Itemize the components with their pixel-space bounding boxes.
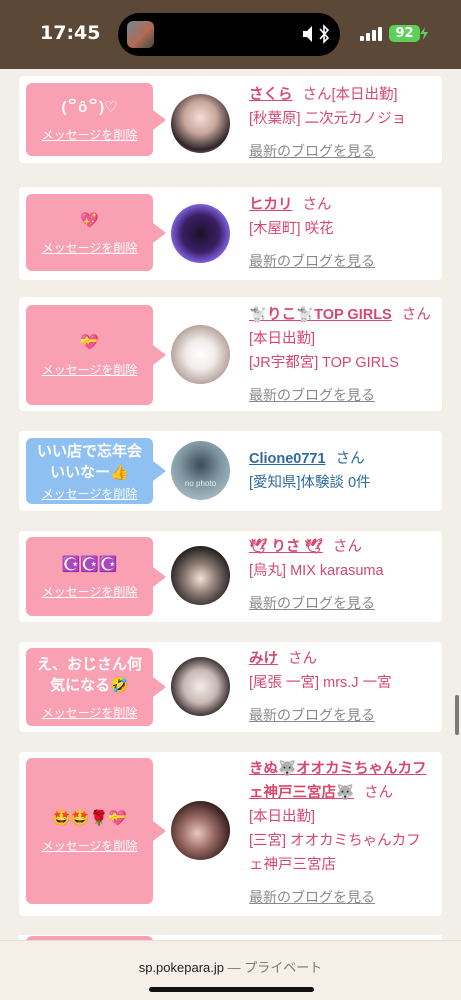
profile-info: Clione0771 さん [愛知県]体験談 0件: [249, 447, 439, 495]
battery-icon: 92: [389, 25, 420, 42]
list-item: いい店で忘年会いいなー👍 メッセージを削除 no photo Clione077…: [19, 431, 442, 511]
charging-bolt-icon: [420, 27, 428, 40]
delete-message-link[interactable]: メッセージを削除: [42, 583, 138, 600]
profile-info: さくら さん[本日出勤] [秋葉原] 二次元カノジョ 最新のブログを見る: [249, 83, 439, 163]
honorific: さん: [302, 197, 332, 213]
latest-blog-link[interactable]: 最新のブログを見る: [249, 383, 439, 407]
profile-name-link[interactable]: きぬ🐺オオカミちゃんカフェ神戸三宮店🐺: [249, 761, 427, 801]
honorific: さん: [364, 785, 394, 801]
honorific: さん: [401, 307, 431, 323]
message-text: (꒪ȏ꒪)♡: [61, 98, 118, 116]
delete-message-link[interactable]: メッセージを削除: [42, 837, 138, 854]
honorific: さん: [332, 539, 362, 555]
profile-name-link[interactable]: さくら: [249, 87, 293, 103]
profile-info: ヒカリ さん [木屋町] 咲花 最新のブログを見る: [249, 193, 439, 273]
message-text: ☪️☪️☪️: [61, 555, 118, 573]
message-bubble: いい店で忘年会いいなー👍 メッセージを削除: [26, 438, 166, 504]
message-bubble: え、おじさん何気になる🤣 メッセージを削除: [26, 648, 166, 726]
message-bubble: 🤩🤩🌹💝 メッセージを削除: [26, 758, 166, 904]
cellular-signal-icon: [360, 27, 384, 41]
list-item: ☪️☪️☪️ メッセージを削除 🕊 りさ 🕊 さん [烏丸] MIX karasu…: [19, 531, 442, 622]
honorific: さん: [288, 651, 317, 667]
latest-blog-link[interactable]: 最新のブログを見る: [249, 139, 439, 163]
list-item: (꒪ȏ꒪)♡ メッセージを削除 さくら さん[本日出勤] [秋葉原] 二次元カノジ…: [19, 76, 442, 163]
profile-name-link[interactable]: みけ: [249, 651, 278, 667]
detail-line: [本日出勤]: [249, 809, 316, 825]
message-text: いい店で忘年会いいなー👍: [36, 442, 142, 481]
avatar[interactable]: no photo: [171, 441, 230, 500]
avatar[interactable]: [171, 657, 230, 716]
url-display[interactable]: sp.pokepara.jp — プライベート: [0, 957, 461, 976]
honorific: さん: [335, 451, 365, 467]
detail-line: [愛知県]体験談 0件: [249, 475, 371, 491]
message-text: え、おじさん何気になる🤣: [36, 655, 142, 694]
detail-line: [秋葉原] 二次元カノジョ: [249, 111, 407, 127]
list-item: 💝 メッセージを削除 🐩りこ🐩TOP GIRLS さん [本日出勤] [JR宇都宮…: [19, 297, 442, 411]
status-time: 17:45: [40, 22, 101, 44]
list-item: え、おじさん何気になる🤣 メッセージを削除 みけ さん [尾張 一宮] mrs.J…: [19, 642, 442, 732]
separator-text: —: [227, 960, 241, 975]
status-bar: 17:45 92: [0, 0, 461, 69]
detail-line: [木屋町] 咲花: [249, 221, 334, 237]
detail-line: [三宮] オオカミちゃんカフェ神戸三宮店: [249, 833, 421, 873]
message-bubble: 💖 メッセージを削除: [26, 194, 166, 271]
detail-line: [尾張 一宮] mrs.J 一宮: [249, 675, 392, 691]
profile-name-link[interactable]: 🐩りこ🐩TOP GIRLS: [249, 307, 392, 323]
private-mode-label: プライベート: [244, 960, 323, 975]
delete-message-link[interactable]: メッセージを削除: [42, 361, 138, 378]
bluetooth-icon: [319, 24, 330, 44]
message-list[interactable]: (꒪ȏ꒪)♡ メッセージを削除 さくら さん[本日出勤] [秋葉原] 二次元カノジ…: [0, 69, 461, 940]
profile-name-link[interactable]: 🕊 りさ 🕊: [249, 539, 323, 555]
latest-blog-link[interactable]: 最新のブログを見る: [249, 249, 439, 273]
detail-line: [烏丸] MIX karasuma: [249, 563, 384, 579]
latest-blog-link[interactable]: 最新のブログを見る: [249, 591, 439, 615]
detail-line: [本日出勤]: [331, 87, 398, 103]
profile-info: 🐩りこ🐩TOP GIRLS さん [本日出勤] [JR宇都宮] TOP GIRLS…: [249, 303, 439, 407]
latest-blog-link[interactable]: 最新のブログを見る: [249, 703, 439, 727]
message-text: 🤩🤩🌹💝: [52, 810, 127, 827]
now-playing-thumbnail: [127, 21, 154, 48]
latest-blog-link[interactable]: 最新のブログを見る: [249, 885, 429, 909]
delete-message-link[interactable]: メッセージを削除: [42, 704, 138, 721]
profile-info: きぬ🐺オオカミちゃんカフェ神戸三宮店🐺 さん [本日出勤] [三宮] オオカミちゃ…: [249, 757, 429, 909]
avatar[interactable]: [171, 546, 230, 605]
avatar[interactable]: [171, 204, 230, 263]
profile-name-link[interactable]: Clione0771: [249, 451, 326, 467]
message-bubble: 💝 メッセージを削除: [26, 305, 166, 405]
message-bubble: ☪️☪️☪️ メッセージを削除: [26, 537, 166, 616]
home-indicator[interactable]: [149, 987, 314, 992]
delete-message-link[interactable]: メッセージを削除: [42, 126, 138, 143]
no-photo-label: no photo: [184, 479, 217, 488]
profile-info: 🕊 りさ 🕊 さん [烏丸] MIX karasuma 最新のブログを見る: [249, 535, 439, 615]
avatar[interactable]: [171, 801, 230, 860]
domain-text: sp.pokepara.jp: [138, 960, 224, 975]
list-item: 🤩🤩🌹💝 メッセージを削除 きぬ🐺オオカミちゃんカフェ神戸三宮店🐺 さん [本日出…: [19, 752, 442, 916]
message-bubble: (꒪ȏ꒪)♡ メッセージを削除: [26, 83, 166, 156]
honorific: さん: [302, 87, 332, 103]
scroll-indicator[interactable]: [455, 695, 459, 735]
avatar[interactable]: [171, 325, 230, 384]
delete-message-link[interactable]: メッセージを削除: [42, 239, 138, 256]
delete-message-link[interactable]: メッセージを削除: [42, 485, 138, 502]
profile-info: みけ さん [尾張 一宮] mrs.J 一宮 最新のブログを見る: [249, 647, 439, 727]
speaker-icon: [303, 26, 312, 42]
detail-line: [JR宇都宮] TOP GIRLS: [249, 355, 399, 371]
message-text: 💖: [80, 211, 99, 229]
list-item: 💖 メッセージを削除 ヒカリ さん [木屋町] 咲花 最新のブログを見る: [19, 187, 442, 280]
detail-line: [本日出勤]: [249, 331, 316, 347]
dynamic-island[interactable]: [118, 13, 340, 56]
avatar[interactable]: [171, 94, 230, 153]
message-text: 💝: [80, 334, 99, 351]
profile-name-link[interactable]: ヒカリ: [249, 197, 293, 213]
